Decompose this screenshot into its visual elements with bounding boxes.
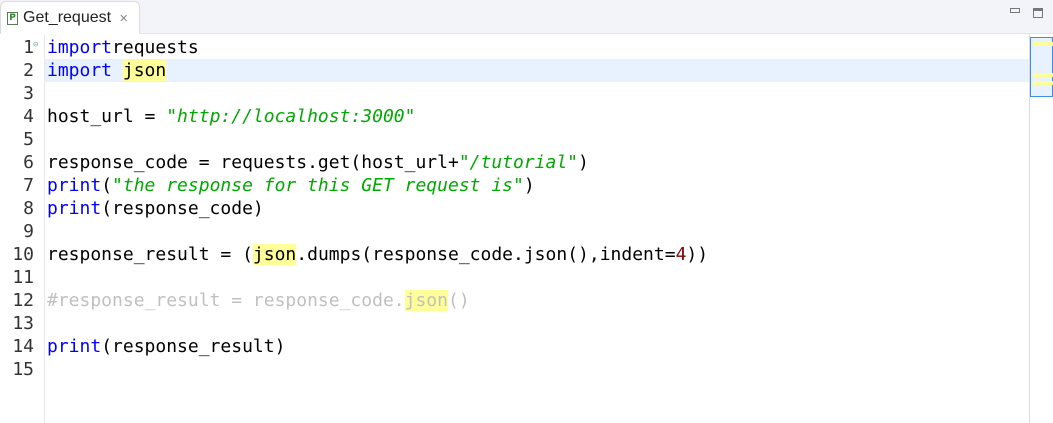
code-token: print [47,336,102,357]
line-number: 15 [12,359,34,380]
line-number-gutter: 1 ⊖ 2 3 4 5 6 7 8 9 10 11 12 13 14 15 [0,34,44,423]
code-token: #response_result = response_code. [47,290,405,311]
line-number: 10 [12,244,34,265]
code-token: response_result = ( [47,244,253,265]
code-editor[interactable]: importrequests import json host_url = "htt… [44,34,1030,423]
line-number: 14 [12,336,34,357]
line-number: 5 [23,129,34,150]
line-number: 3 [23,83,34,104]
code-text: print(response_code) [47,197,264,220]
code-line[interactable] [45,220,1029,243]
code-line[interactable]: import json [45,59,1029,82]
line-number: 12 [12,290,34,311]
code-line[interactable]: #response_result = response_code.json() [45,289,1029,312]
code-text: host_url = "http://localhost:3000" [47,105,415,128]
code-token: host_url = [47,106,167,127]
occurrence-marker [1033,81,1053,85]
code-text: #response_result = response_code.json() [47,289,470,312]
code-token: ( [101,175,113,196]
code-token: response_code = requests.get(host_url+ [47,152,459,173]
code-line[interactable] [45,358,1029,381]
code-token: )) [686,244,709,265]
code-token: json [122,60,167,81]
code-line[interactable] [45,82,1029,105]
line-number: 9 [23,221,34,242]
occurrence-marker [1033,73,1053,77]
code-token: (response_code) [101,198,264,219]
code-line[interactable]: print(response_code) [45,197,1029,220]
code-token: "http://localhost:3000" [166,106,416,127]
close-icon[interactable]: ✕ [119,12,128,25]
line-number: 4 [23,106,34,127]
code-token: ) [523,175,535,196]
overview-viewport[interactable] [1030,37,1053,97]
python-file-icon: P [7,11,18,25]
code-text: response_code = requests.get(host_url+"/… [47,151,589,174]
code-text: importrequests [47,36,199,59]
code-token: "/tutorial" [458,152,579,173]
line-number: 2 [23,60,34,81]
code-token: .dumps(response_code.json(),indent= [296,244,676,265]
code-token: 4 [675,244,687,265]
code-line[interactable]: host_url = "http://localhost:3000" [45,105,1029,128]
code-line[interactable]: print("the response for this GET request… [45,174,1029,197]
code-token: print [47,198,102,219]
code-line[interactable]: response_code = requests.get(host_url+"/… [45,151,1029,174]
tab-title: Get_request [23,9,112,26]
code-line[interactable]: response_result = (json.dumps(response_c… [45,243,1029,266]
code-token: () [447,290,470,311]
code-line[interactable]: importrequests [45,36,1029,59]
code-line[interactable] [45,312,1029,335]
line-number: 13 [12,313,34,334]
code-text: response_result = (json.dumps(response_c… [47,243,708,266]
code-line[interactable]: print(response_result) [45,335,1029,358]
code-text: print(response_result) [47,335,285,358]
code-line[interactable] [45,266,1029,289]
line-number: 8 [23,198,34,219]
line-number: 7 [23,175,34,196]
line-number: 6 [23,152,34,173]
code-token: requests [112,37,199,58]
editor-tab-bar: P Get_request ✕ [0,0,1053,34]
line-number: 11 [12,267,34,288]
code-text: import json [47,59,167,82]
code-token: "the response for this GET request is" [112,175,524,196]
code-token: import [47,60,113,81]
fold-toggle-icon[interactable]: ⊖ [33,40,38,50]
minimize-icon[interactable] [1010,8,1020,13]
code-text: print("the response for this GET request… [47,174,535,197]
code-token: json [404,290,448,311]
code-token: json [252,244,297,265]
code-token: (response_result) [101,336,286,357]
occurrence-marker [1033,42,1053,46]
code-token: import [47,37,113,58]
code-line[interactable] [45,128,1029,151]
maximize-icon[interactable] [1033,8,1043,18]
code-token: print [47,175,102,196]
code-token: ) [578,152,589,173]
tab-get-request[interactable]: P Get_request ✕ [0,1,140,34]
